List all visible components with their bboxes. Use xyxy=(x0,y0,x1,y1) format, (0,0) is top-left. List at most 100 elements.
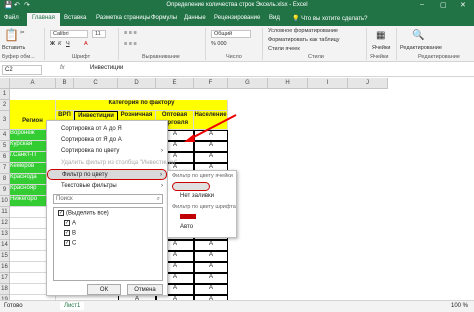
column-header[interactable]: D xyxy=(118,78,156,89)
font-color-swatch[interactable] xyxy=(180,214,196,219)
font-color-icon[interactable]: A xyxy=(84,41,88,47)
select-all-corner[interactable] xyxy=(0,78,10,89)
row-header[interactable]: 6 xyxy=(0,152,10,163)
maximize-icon[interactable]: ▢ xyxy=(440,1,447,9)
list-item[interactable]: ✓ В xyxy=(64,230,76,237)
checkbox-checked[interactable]: ✓ xyxy=(58,210,64,216)
tab-file[interactable]: Файл xyxy=(4,15,19,21)
row-header[interactable]: 11 xyxy=(0,207,10,218)
color-submenu: Фильтр по цвету ячейки Нет заливки Фильт… xyxy=(167,170,237,238)
tab-view[interactable]: Вид xyxy=(269,15,280,21)
bold-button[interactable]: Ж xyxy=(50,41,55,47)
cancel-button[interactable]: Отмена xyxy=(127,284,163,295)
column-header[interactable]: A xyxy=(10,78,56,89)
row-header[interactable]: 5 xyxy=(0,141,10,152)
group-editing: Редактирование xyxy=(418,54,460,60)
filter-by-color-item[interactable]: Фильтр по цвету › xyxy=(47,169,167,180)
font-size-select[interactable]: 11 xyxy=(92,30,106,38)
value-cell[interactable]: А xyxy=(194,152,228,163)
row-header[interactable]: 2 xyxy=(0,100,10,111)
underline-button[interactable]: Ч xyxy=(66,41,70,47)
tab-layout[interactable]: Разметка страницы xyxy=(96,15,150,21)
zoom-level[interactable]: 100 % xyxy=(451,303,468,309)
row-header[interactable]: 18 xyxy=(0,284,10,295)
cut-icon[interactable]: ✂ xyxy=(20,30,25,36)
tab-insert[interactable]: Вставка xyxy=(64,15,86,21)
list-item-label: (Выделить все) xyxy=(66,210,109,217)
divider xyxy=(262,28,263,60)
row-header[interactable]: 17 xyxy=(0,273,10,284)
name-box[interactable]: C2 xyxy=(2,65,42,75)
tab-data[interactable]: Данные xyxy=(184,15,206,21)
editing-button[interactable]: Редактирование xyxy=(400,45,442,51)
row-header[interactable]: 9 xyxy=(0,185,10,196)
column-header[interactable]: E xyxy=(156,78,194,89)
value-cell[interactable]: А xyxy=(194,251,228,262)
row-header[interactable]: 1 xyxy=(0,89,10,100)
row-header[interactable]: 15 xyxy=(0,251,10,262)
clear-filter-item[interactable]: Удалить фильтр из столбца "Инвестиции" xyxy=(47,158,177,169)
tab-formulas[interactable]: Формулы xyxy=(151,15,177,21)
search-icon[interactable]: 🔍 xyxy=(412,30,424,41)
checkbox-checked[interactable]: ✓ xyxy=(64,230,70,236)
row-header[interactable]: 4 xyxy=(0,130,10,141)
row-header[interactable]: 7 xyxy=(0,163,10,174)
value-cell[interactable]: А xyxy=(194,240,228,251)
format-table-button[interactable]: Форматировать как таблицу xyxy=(268,37,340,43)
sort-desc-label: Сортировка от Я до А xyxy=(61,137,122,143)
column-header[interactable]: C xyxy=(74,78,118,89)
paste-label[interactable]: Вставить xyxy=(2,45,25,51)
close-icon[interactable]: ✕ xyxy=(460,1,466,9)
row-header[interactable]: 8 xyxy=(0,174,10,185)
value-cell[interactable]: А xyxy=(194,262,228,273)
list-item[interactable]: ✓ С xyxy=(64,240,76,247)
cells-button[interactable]: Ячейки xyxy=(372,45,390,51)
row-header[interactable]: 10 xyxy=(0,196,10,207)
sort-by-color-item[interactable]: Сортировка по цвету › xyxy=(47,146,167,157)
cell-styles-button[interactable]: Стили ячеек xyxy=(268,46,300,52)
row-header[interactable]: 12 xyxy=(0,218,10,229)
column-header[interactable]: J xyxy=(348,78,388,89)
paste-icon[interactable]: 📋 xyxy=(4,28,19,42)
text-filters-item[interactable]: Текстовые фильтры › xyxy=(47,181,167,192)
formula-input[interactable]: Инвестиции xyxy=(90,65,123,71)
align-icon-2[interactable]: ≡ ≡ ≡ xyxy=(124,41,137,47)
minimize-icon[interactable]: – xyxy=(420,1,424,8)
category-header[interactable]: Категория по фактору xyxy=(56,100,228,111)
no-fill-item[interactable]: Нет заливки xyxy=(180,193,214,199)
conditional-format-button[interactable]: Условное форматирование xyxy=(268,28,338,34)
font-name-select[interactable]: Calibri xyxy=(50,30,88,38)
column-header[interactable]: G xyxy=(228,78,268,89)
list-item[interactable]: ✓ А xyxy=(64,220,76,227)
tab-review[interactable]: Рецензирование xyxy=(214,15,260,21)
ok-button[interactable]: ОК xyxy=(87,284,121,295)
number-format-select[interactable]: Общий xyxy=(211,30,251,38)
sheet-tab[interactable]: Лист1 xyxy=(60,302,85,310)
italic-button[interactable]: К xyxy=(58,41,61,47)
align-icon[interactable]: ≡ ≡ ≡ xyxy=(124,30,137,36)
sort-desc-item[interactable]: Сортировка от Я до А xyxy=(47,135,167,146)
fx-icon[interactable]: fx xyxy=(60,65,65,71)
row-header[interactable]: 13 xyxy=(0,229,10,240)
column-header[interactable]: H xyxy=(268,78,308,89)
checkbox-checked[interactable]: ✓ xyxy=(64,220,70,226)
cells-icon[interactable]: ▦ xyxy=(376,30,385,41)
font-color-heading: Фильтр по цвету шрифта xyxy=(172,204,236,210)
column-header[interactable]: F xyxy=(194,78,228,89)
column-header[interactable]: I xyxy=(308,78,348,89)
row-header[interactable]: 3 xyxy=(0,111,10,130)
fill-color-swatch[interactable] xyxy=(172,182,210,191)
sort-asc-item[interactable]: Сортировка от А до Я xyxy=(47,124,167,135)
percent-icon[interactable]: % 000 xyxy=(211,41,227,47)
list-item-select-all[interactable]: ✓ (Выделить все) xyxy=(58,210,109,217)
checkbox-checked[interactable]: ✓ xyxy=(64,240,70,246)
tab-home[interactable]: Главная xyxy=(27,13,60,26)
value-cell[interactable]: А xyxy=(194,284,228,295)
tell-me[interactable]: 💡 Что вы хотите сделать? xyxy=(292,15,367,22)
column-header[interactable]: B xyxy=(56,78,74,89)
row-header[interactable]: 14 xyxy=(0,240,10,251)
auto-color-item[interactable]: Авто xyxy=(180,224,193,230)
row-header[interactable]: 16 xyxy=(0,262,10,273)
search-input[interactable]: Поиск ⌕ xyxy=(53,194,163,204)
value-cell[interactable]: А xyxy=(194,273,228,284)
